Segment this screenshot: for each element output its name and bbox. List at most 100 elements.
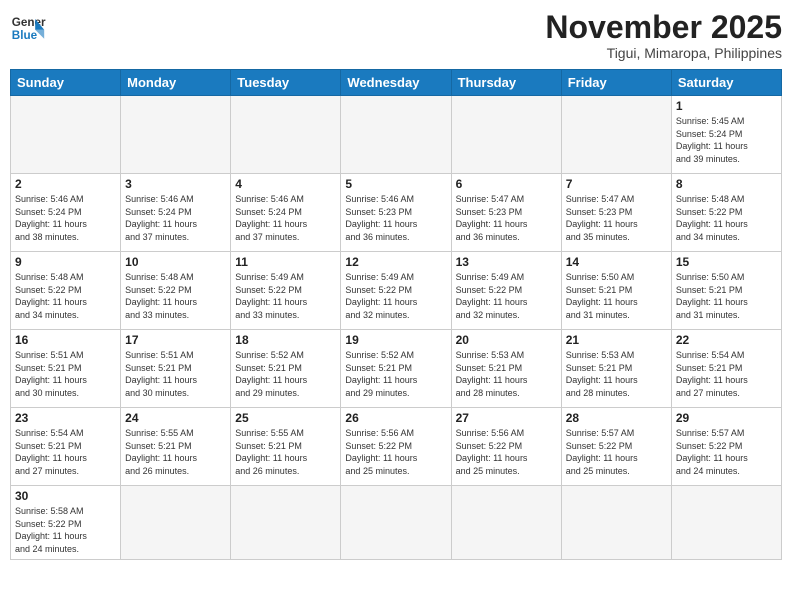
day-number: 23	[15, 411, 116, 425]
weekday-header-row: Sunday Monday Tuesday Wednesday Thursday…	[11, 70, 782, 96]
calendar-cell: 9 Sunrise: 5:48 AM Sunset: 5:22 PM Daylig…	[11, 252, 121, 330]
logo: General Blue	[10, 10, 46, 46]
calendar-cell	[341, 486, 451, 559]
calendar-cell: 7Sunrise: 5:47 AM Sunset: 5:23 PM Daylig…	[561, 174, 671, 252]
calendar-cell: 25 Sunrise: 5:55 AM Sunset: 5:21 PM Dayli…	[231, 408, 341, 486]
header-wednesday: Wednesday	[341, 70, 451, 96]
calendar-cell	[451, 96, 561, 174]
header-thursday: Thursday	[451, 70, 561, 96]
logo-icon: General Blue	[10, 10, 46, 46]
calendar-cell	[561, 96, 671, 174]
calendar-cell: 23 Sunrise: 5:54 AM Sunset: 5:21 PM Dayli…	[11, 408, 121, 486]
calendar-cell	[11, 96, 121, 174]
day-number: 28	[566, 411, 667, 425]
location: Tigui, Mimaropa, Philippines	[545, 45, 782, 61]
header-sunday: Sunday	[11, 70, 121, 96]
day-number: 26	[345, 411, 446, 425]
calendar-cell	[451, 486, 561, 559]
calendar-cell	[121, 96, 231, 174]
day-number: 25	[235, 411, 336, 425]
day-info: Sunrise: 5:49 AM Sunset: 5:22 PM Dayligh…	[345, 271, 446, 321]
day-number: 10	[125, 255, 226, 269]
day-info: Sunrise: 5:52 AM Sunset: 5:21 PM Dayligh…	[235, 349, 336, 399]
calendar-cell: 24Sunrise: 5:55 AM Sunset: 5:21 PM Dayli…	[121, 408, 231, 486]
calendar-cell: 4 Sunrise: 5:46 AM Sunset: 5:24 PM Daylig…	[231, 174, 341, 252]
calendar-cell: 8 Sunrise: 5:48 AM Sunset: 5:22 PM Daylig…	[671, 174, 781, 252]
day-info: Sunrise: 5:51 AM Sunset: 5:21 PM Dayligh…	[125, 349, 226, 399]
day-number: 2	[15, 177, 116, 191]
day-number: 24	[125, 411, 226, 425]
day-info: Sunrise: 5:46 AM Sunset: 5:23 PM Dayligh…	[345, 193, 446, 243]
calendar: Sunday Monday Tuesday Wednesday Thursday…	[10, 69, 782, 559]
day-info: Sunrise: 5:56 AM Sunset: 5:22 PM Dayligh…	[345, 427, 446, 477]
day-number: 18	[235, 333, 336, 347]
day-number: 6	[456, 177, 557, 191]
day-number: 27	[456, 411, 557, 425]
day-number: 3	[125, 177, 226, 191]
day-info: Sunrise: 5:53 AM Sunset: 5:21 PM Dayligh…	[456, 349, 557, 399]
day-info: Sunrise: 5:57 AM Sunset: 5:22 PM Dayligh…	[676, 427, 777, 477]
calendar-cell: 6 Sunrise: 5:47 AM Sunset: 5:23 PM Daylig…	[451, 174, 561, 252]
day-info: Sunrise: 5:48 AM Sunset: 5:22 PM Dayligh…	[676, 193, 777, 243]
calendar-cell: 2 Sunrise: 5:46 AM Sunset: 5:24 PM Daylig…	[11, 174, 121, 252]
day-info: Sunrise: 5:45 AM Sunset: 5:24 PM Dayligh…	[676, 115, 777, 165]
calendar-cell: 18 Sunrise: 5:52 AM Sunset: 5:21 PM Dayli…	[231, 330, 341, 408]
day-number: 11	[235, 255, 336, 269]
day-info: Sunrise: 5:56 AM Sunset: 5:22 PM Dayligh…	[456, 427, 557, 477]
day-info: Sunrise: 5:55 AM Sunset: 5:21 PM Dayligh…	[235, 427, 336, 477]
day-info: Sunrise: 5:48 AM Sunset: 5:22 PM Dayligh…	[125, 271, 226, 321]
day-info: Sunrise: 5:47 AM Sunset: 5:23 PM Dayligh…	[456, 193, 557, 243]
calendar-cell	[121, 486, 231, 559]
day-info: Sunrise: 5:49 AM Sunset: 5:22 PM Dayligh…	[456, 271, 557, 321]
month-title: November 2025	[545, 10, 782, 45]
calendar-cell: 14Sunrise: 5:50 AM Sunset: 5:21 PM Dayli…	[561, 252, 671, 330]
calendar-cell	[341, 96, 451, 174]
calendar-cell: 5 Sunrise: 5:46 AM Sunset: 5:23 PM Daylig…	[341, 174, 451, 252]
day-number: 21	[566, 333, 667, 347]
calendar-cell: 1 Sunrise: 5:45 AM Sunset: 5:24 PM Daylig…	[671, 96, 781, 174]
day-info: Sunrise: 5:52 AM Sunset: 5:21 PM Dayligh…	[345, 349, 446, 399]
header-friday: Friday	[561, 70, 671, 96]
day-number: 15	[676, 255, 777, 269]
day-info: Sunrise: 5:54 AM Sunset: 5:21 PM Dayligh…	[676, 349, 777, 399]
header-monday: Monday	[121, 70, 231, 96]
header-tuesday: Tuesday	[231, 70, 341, 96]
day-info: Sunrise: 5:58 AM Sunset: 5:22 PM Dayligh…	[15, 505, 116, 555]
calendar-cell: 26 Sunrise: 5:56 AM Sunset: 5:22 PM Dayli…	[341, 408, 451, 486]
calendar-cell	[231, 96, 341, 174]
calendar-cell: 22Sunrise: 5:54 AM Sunset: 5:21 PM Dayli…	[671, 330, 781, 408]
day-number: 5	[345, 177, 446, 191]
calendar-cell: 16Sunrise: 5:51 AM Sunset: 5:21 PM Dayli…	[11, 330, 121, 408]
day-info: Sunrise: 5:48 AM Sunset: 5:22 PM Dayligh…	[15, 271, 116, 321]
calendar-cell: 12 Sunrise: 5:49 AM Sunset: 5:22 PM Dayli…	[341, 252, 451, 330]
page: General Blue November 2025 Tigui, Mimaro…	[0, 0, 792, 612]
day-info: Sunrise: 5:46 AM Sunset: 5:24 PM Dayligh…	[15, 193, 116, 243]
day-number: 12	[345, 255, 446, 269]
day-info: Sunrise: 5:50 AM Sunset: 5:21 PM Dayligh…	[676, 271, 777, 321]
calendar-cell: 29 Sunrise: 5:57 AM Sunset: 5:22 PM Dayli…	[671, 408, 781, 486]
svg-text:Blue: Blue	[12, 29, 38, 42]
day-info: Sunrise: 5:50 AM Sunset: 5:21 PM Dayligh…	[566, 271, 667, 321]
calendar-cell: 17Sunrise: 5:51 AM Sunset: 5:21 PM Dayli…	[121, 330, 231, 408]
day-number: 9	[15, 255, 116, 269]
day-info: Sunrise: 5:54 AM Sunset: 5:21 PM Dayligh…	[15, 427, 116, 477]
calendar-cell	[231, 486, 341, 559]
day-info: Sunrise: 5:46 AM Sunset: 5:24 PM Dayligh…	[125, 193, 226, 243]
day-number: 7	[566, 177, 667, 191]
day-number: 20	[456, 333, 557, 347]
day-number: 8	[676, 177, 777, 191]
day-info: Sunrise: 5:49 AM Sunset: 5:22 PM Dayligh…	[235, 271, 336, 321]
day-number: 1	[676, 99, 777, 113]
day-number: 30	[15, 489, 116, 503]
calendar-cell: 10 Sunrise: 5:48 AM Sunset: 5:22 PM Dayli…	[121, 252, 231, 330]
day-number: 13	[456, 255, 557, 269]
day-number: 29	[676, 411, 777, 425]
header: General Blue November 2025 Tigui, Mimaro…	[10, 10, 782, 61]
day-info: Sunrise: 5:46 AM Sunset: 5:24 PM Dayligh…	[235, 193, 336, 243]
calendar-cell: 27 Sunrise: 5:56 AM Sunset: 5:22 PM Dayli…	[451, 408, 561, 486]
day-info: Sunrise: 5:53 AM Sunset: 5:21 PM Dayligh…	[566, 349, 667, 399]
title-section: November 2025 Tigui, Mimaropa, Philippin…	[545, 10, 782, 61]
calendar-cell: 13 Sunrise: 5:49 AM Sunset: 5:22 PM Dayli…	[451, 252, 561, 330]
calendar-cell: 30 Sunrise: 5:58 AM Sunset: 5:22 PM Dayli…	[11, 486, 121, 559]
day-number: 4	[235, 177, 336, 191]
